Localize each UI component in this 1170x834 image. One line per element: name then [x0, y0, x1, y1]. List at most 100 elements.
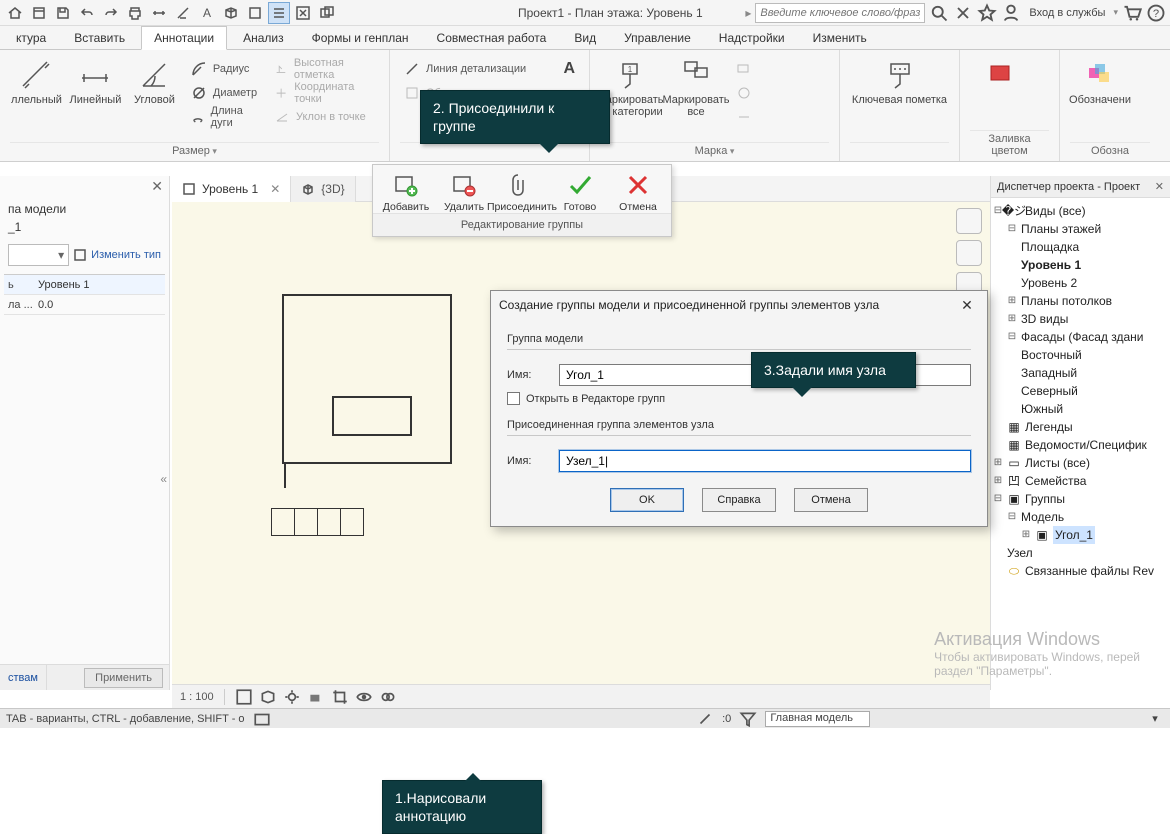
undo-icon[interactable]: [76, 2, 98, 24]
dialog-close-button[interactable]: ✕: [955, 297, 979, 314]
tag-small3[interactable]: [732, 106, 756, 128]
dim-angular-button[interactable]: Угловой: [128, 54, 181, 142]
window-title: Проект1 - План этажа: Уровень 1: [518, 6, 703, 20]
tab-massing[interactable]: Формы и генплан: [300, 27, 421, 49]
fill-button[interactable]: [970, 54, 1030, 130]
cart-icon[interactable]: [1122, 3, 1142, 23]
nav-home-icon[interactable]: [956, 208, 982, 234]
sun-path-icon[interactable]: [283, 688, 301, 706]
status-icon[interactable]: ▾: [1146, 710, 1164, 728]
text-icon[interactable]: A: [196, 2, 218, 24]
switch-windows-icon[interactable]: [316, 2, 338, 24]
box-icon[interactable]: [220, 2, 242, 24]
tab-insert[interactable]: Вставить: [62, 27, 137, 49]
tab-analyze[interactable]: Анализ: [231, 27, 296, 49]
cancel-button[interactable]: Отмена: [794, 488, 868, 512]
star-icon[interactable]: [977, 3, 997, 23]
group-label-dimension[interactable]: Размер: [10, 142, 379, 159]
close-icon[interactable]: ✕: [1155, 180, 1164, 193]
instance-filter-dropdown[interactable]: ▾: [8, 244, 69, 266]
crop-icon[interactable]: [331, 688, 349, 706]
dim-diameter-button[interactable]: Диаметр: [187, 82, 264, 104]
recent-icon[interactable]: [28, 2, 50, 24]
measure-icon[interactable]: [148, 2, 170, 24]
nav-cube-icon[interactable]: [956, 240, 982, 266]
align-icon[interactable]: [172, 2, 194, 24]
detail-level-icon[interactable]: [235, 688, 253, 706]
group-panel-title: Редактирование группы: [373, 213, 671, 236]
detail-group-name-input[interactable]: [559, 450, 971, 472]
tab-addins[interactable]: Надстройки: [707, 27, 797, 49]
close-icon[interactable]: ✕: [270, 182, 280, 196]
property-row: ла ...0.0: [4, 295, 165, 315]
reveal-icon[interactable]: [379, 688, 397, 706]
group-label-tag[interactable]: Марка: [600, 142, 829, 159]
spot-slope-button[interactable]: Уклон в точке: [270, 106, 379, 128]
close-icon[interactable]: ✕: [151, 178, 163, 195]
select-links-icon[interactable]: [696, 710, 714, 728]
property-row: ьУровень 1: [4, 275, 165, 295]
search-icon[interactable]: [929, 3, 949, 23]
callout-1: 1.Нарисовали аннотацию: [382, 780, 542, 834]
plan-outline: [282, 294, 452, 464]
shadows-icon[interactable]: [307, 688, 325, 706]
help-button[interactable]: Справка: [702, 488, 776, 512]
tag-all-button[interactable]: Маркировать все: [666, 54, 726, 142]
create-group-dialog: Создание группы модели и присоединенной …: [490, 290, 988, 527]
hide-isolate-icon[interactable]: [355, 688, 373, 706]
section-icon[interactable]: [244, 2, 266, 24]
detail-line-button[interactable]: Линия детализации: [400, 58, 553, 80]
spot-elevation-button[interactable]: Высотная отметка: [270, 58, 379, 80]
close-hidden-icon[interactable]: [292, 2, 314, 24]
tab-modify[interactable]: Изменить: [801, 27, 879, 49]
signin-link[interactable]: Вход в службы: [1025, 7, 1109, 19]
thin-lines-icon[interactable]: [268, 2, 290, 24]
tab-annotate[interactable]: Аннотации: [141, 26, 227, 50]
scale-label[interactable]: 1 : 100: [180, 691, 214, 703]
browser-tree[interactable]: ⊟�ジВиды (все) ⊟Планы этажей Площадка Уро…: [991, 198, 1170, 584]
tab-manage[interactable]: Управление: [612, 27, 703, 49]
view-tab-3d[interactable]: {3D}: [291, 176, 355, 202]
group-remove-button[interactable]: Удалить: [435, 171, 493, 213]
group-attach-button[interactable]: Присоединить: [493, 171, 551, 213]
inner-rect: [332, 396, 412, 436]
text-a-button[interactable]: A: [559, 58, 579, 80]
search-input[interactable]: [755, 3, 925, 23]
dim-arc-length-button[interactable]: Длина дуги: [187, 106, 264, 128]
callout-3: 3.Задали имя узла: [751, 352, 916, 388]
dim-radial-button[interactable]: Радиус: [187, 58, 264, 80]
tab-collaborate[interactable]: Совместная работа: [425, 27, 559, 49]
user-icon[interactable]: [1001, 3, 1021, 23]
home-icon[interactable]: [4, 2, 26, 24]
selection-count: :0: [722, 713, 731, 725]
exchange-icon[interactable]: [953, 3, 973, 23]
edit-type-button[interactable]: Изменить тип: [73, 248, 161, 262]
group-finish-button[interactable]: Готово: [551, 171, 609, 213]
tab-architecture[interactable]: ктура: [4, 27, 58, 49]
dim-linear-button[interactable]: Линейный: [69, 54, 122, 142]
tag-small2[interactable]: [732, 82, 756, 104]
properties-tab[interactable]: ствам: [0, 665, 47, 690]
redo-icon[interactable]: [100, 2, 122, 24]
save-icon[interactable]: [52, 2, 74, 24]
main-model-combo[interactable]: Главная модель: [765, 711, 870, 727]
filter-icon[interactable]: [739, 710, 757, 728]
apply-button[interactable]: Применить: [84, 668, 163, 688]
visual-style-icon[interactable]: [259, 688, 277, 706]
status-bar: TAB - варианты, CTRL - добавление, SHIFT…: [0, 708, 1170, 728]
ok-button[interactable]: OK: [610, 488, 684, 512]
print-icon[interactable]: [124, 2, 146, 24]
collapse-icon[interactable]: «: [160, 472, 167, 486]
group-cancel-button[interactable]: Отмена: [609, 171, 667, 213]
tag-small1[interactable]: [732, 58, 756, 80]
workset-icon[interactable]: [253, 710, 271, 728]
keynote-button[interactable]: Ключевая пометка: [850, 54, 949, 142]
spot-coordinate-button[interactable]: Координата точки: [270, 82, 379, 104]
view-tab-level1[interactable]: Уровень 1 ✕: [172, 176, 291, 202]
open-in-editor-checkbox[interactable]: Открыть в Редакторе групп: [507, 392, 971, 405]
symbol-button[interactable]: Обозначени: [1070, 54, 1130, 142]
help-icon[interactable]: ?: [1146, 3, 1166, 23]
dim-aligned-button[interactable]: ллельный: [10, 54, 63, 142]
group-add-button[interactable]: Добавить: [377, 171, 435, 213]
tab-view[interactable]: Вид: [562, 27, 608, 49]
